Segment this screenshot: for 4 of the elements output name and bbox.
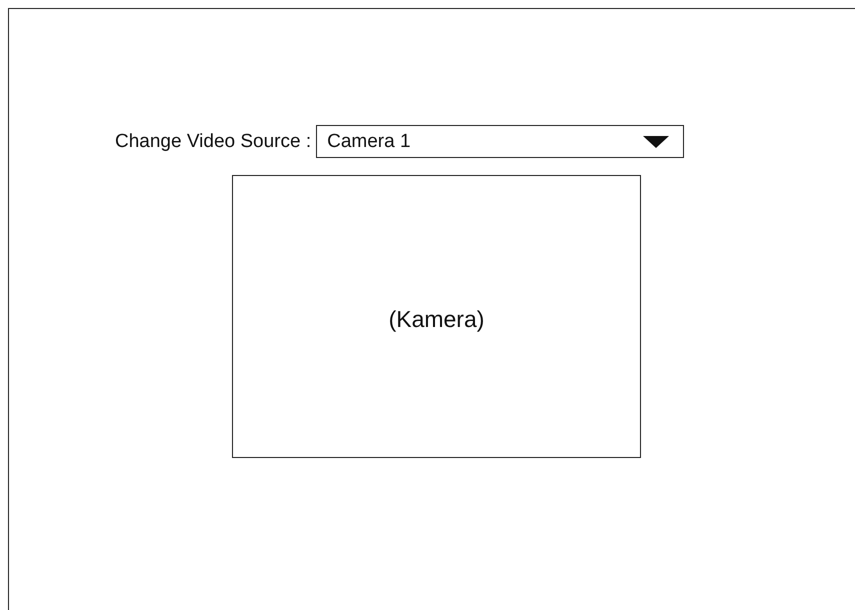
field-label: Change Video Source : [115,130,312,152]
placeholder-text: (Kamera) [388,306,484,333]
caret-icon [643,136,670,148]
source-dropdown[interactable]: Camera 1 [316,125,684,158]
